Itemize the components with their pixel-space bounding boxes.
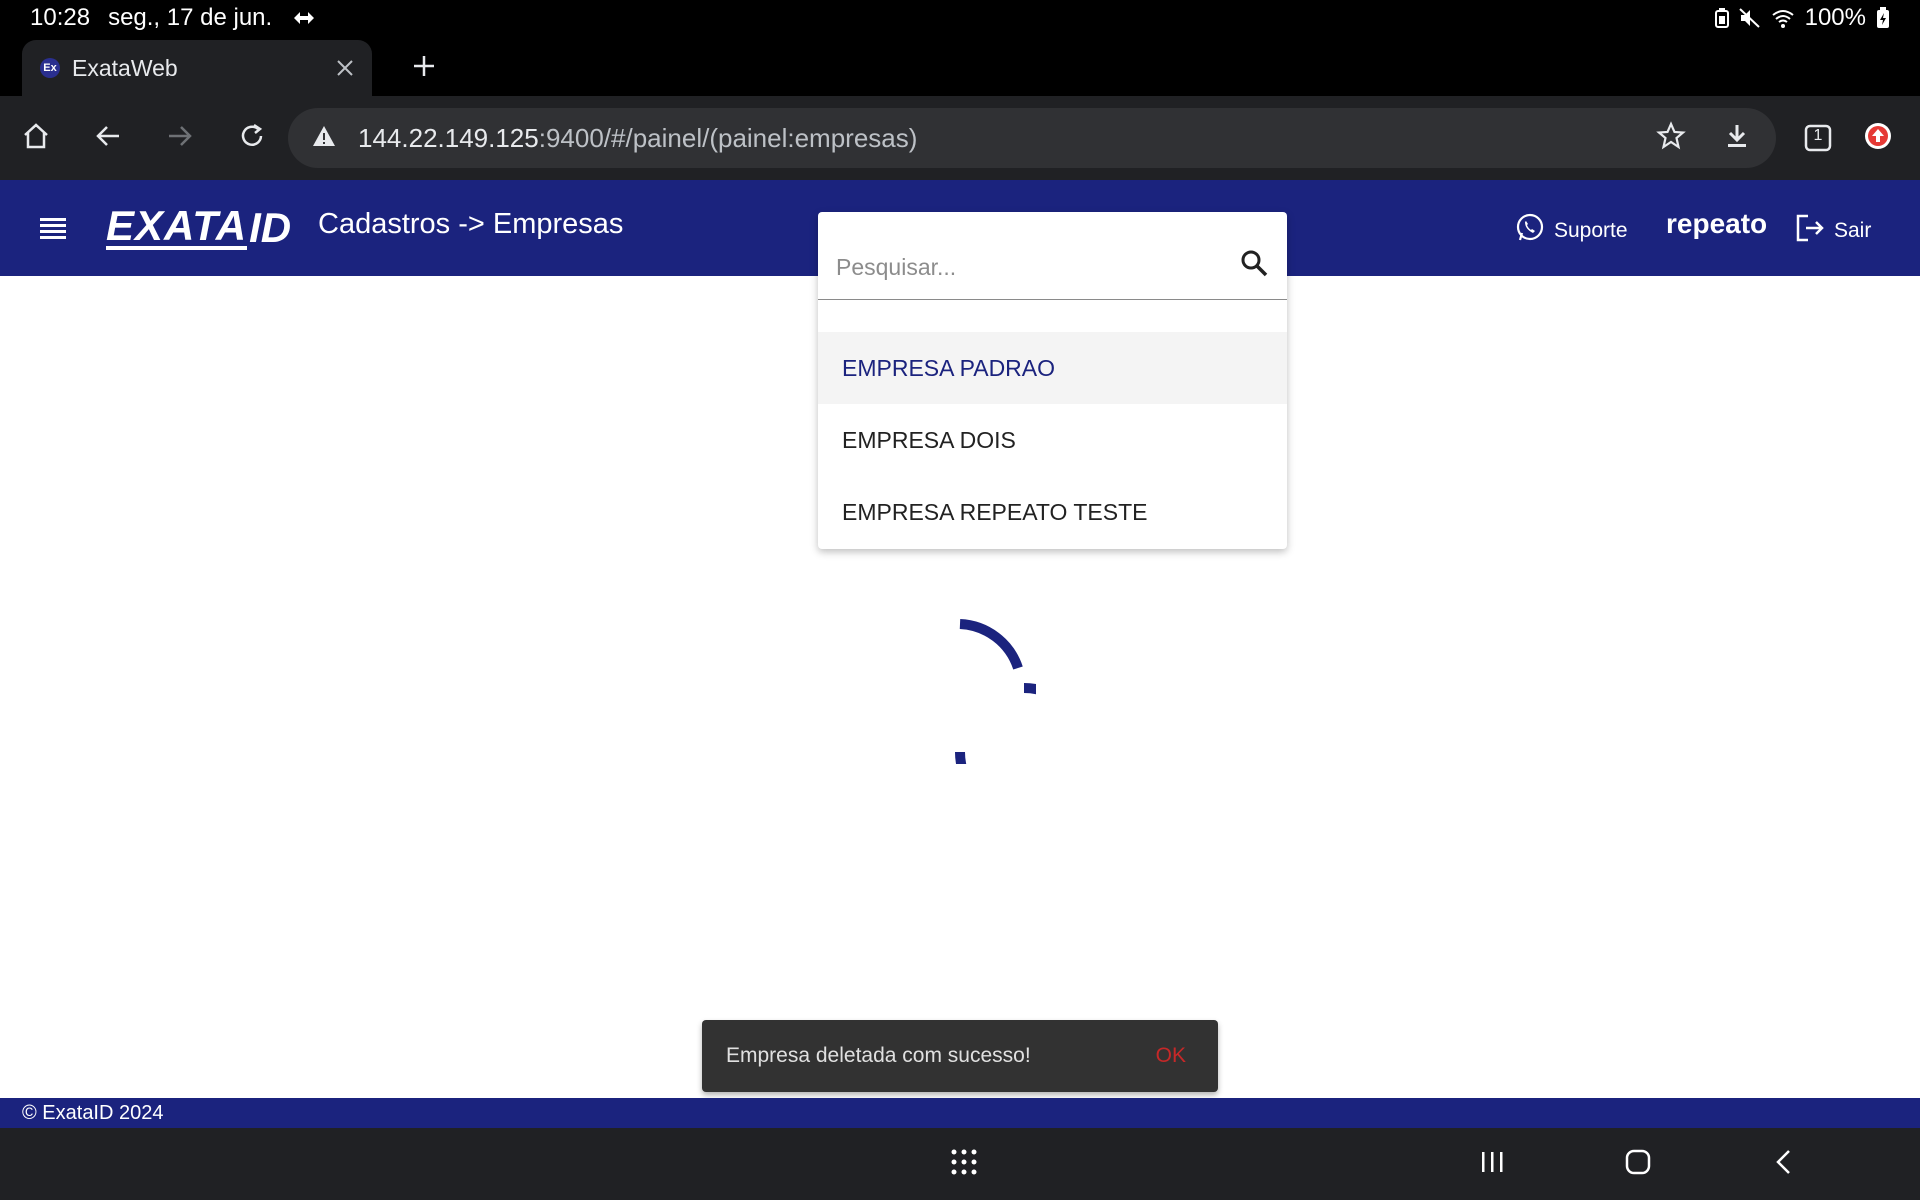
page-footer: © ExataID 2024 — [0, 1098, 1920, 1128]
chevron-left-icon — [1770, 1148, 1798, 1181]
search-option[interactable]: EMPRESA REPEATO TESTE — [818, 476, 1287, 548]
wifi-icon — [1771, 8, 1795, 28]
back-arrow-icon — [93, 121, 123, 156]
url-text[interactable]: 144.22.149.125:9400/#/painel/(painel:emp… — [358, 123, 1656, 154]
forward-button[interactable] — [144, 102, 216, 174]
snackbar: Empresa deletada com sucesso! OK — [702, 1020, 1218, 1092]
tab-switcher-icon: 1 — [1804, 124, 1832, 152]
logout-label: Sair — [1834, 219, 1872, 242]
back-button[interactable] — [72, 102, 144, 174]
profile-update-button[interactable] — [1842, 102, 1914, 174]
favicon-icon: Ex — [40, 58, 60, 78]
tab-title: ExataWeb — [72, 54, 178, 81]
copyright-text: © ExataID 2024 — [22, 1101, 164, 1124]
recent-apps-button[interactable] — [1470, 1142, 1514, 1186]
search-results-list: EMPRESA PADRAO EMPRESA DOIS EMPRESA REPE… — [818, 332, 1287, 548]
update-arrow-icon — [1863, 121, 1893, 156]
search-field — [818, 212, 1287, 300]
browser-tab[interactable]: Ex ExataWeb — [22, 40, 372, 96]
whatsapp-icon — [1514, 212, 1546, 250]
home-button[interactable] — [0, 102, 72, 174]
home-nav-button[interactable] — [1616, 1142, 1660, 1186]
url-path: :9400/#/painel/(painel:empresas) — [538, 122, 918, 153]
logout-icon — [1794, 212, 1826, 250]
logo-main-text: EXATA — [106, 202, 248, 250]
status-time: 10:28 — [30, 4, 91, 31]
battery-saver-icon — [1714, 8, 1729, 28]
search-autocomplete-panel: EMPRESA PADRAO EMPRESA DOIS EMPRESA REPE… — [818, 212, 1287, 549]
home-square-icon — [1624, 1148, 1652, 1181]
diamond-nav-icon — [288, 9, 315, 27]
search-icon[interactable] — [1239, 248, 1269, 283]
page-title: Cadastros -> Empresas — [318, 208, 624, 240]
exataid-logo: EXATA ID — [106, 204, 291, 252]
battery-icon — [1876, 7, 1890, 29]
android-status-bar: 10:28 seg., 17 de jun. 100% — [0, 0, 1920, 36]
forward-arrow-icon — [165, 121, 195, 156]
reload-icon — [237, 121, 267, 156]
url-host: 144.22.149.125 — [358, 122, 539, 153]
search-input[interactable] — [836, 254, 1269, 281]
address-bar[interactable]: 144.22.149.125:9400/#/painel/(painel:emp… — [288, 108, 1776, 168]
back-nav-button[interactable] — [1762, 1142, 1806, 1186]
download-icon[interactable] — [1722, 121, 1752, 156]
grid-dots-icon — [950, 1148, 978, 1181]
status-icons: 100% — [1714, 4, 1890, 32]
android-nav-bar — [0, 1128, 1920, 1200]
reload-button[interactable] — [216, 102, 288, 174]
close-tab-icon[interactable] — [336, 53, 354, 84]
logo-suffix-text: ID — [249, 204, 292, 251]
snackbar-ok-button[interactable]: OK — [1148, 1036, 1194, 1076]
home-icon — [21, 121, 51, 156]
logout-button[interactable]: Sair — [1794, 212, 1871, 250]
search-option[interactable]: EMPRESA DOIS — [818, 404, 1287, 476]
tab-count: 1 — [1813, 127, 1823, 144]
loading-spinner — [884, 612, 1093, 821]
new-tab-button[interactable] — [404, 46, 444, 86]
snackbar-message: Empresa deletada com sucesso! — [726, 1044, 1031, 1067]
bookmark-star-icon[interactable] — [1656, 120, 1686, 156]
status-date: seg., 17 de jun. — [108, 4, 273, 31]
browser-toolbar: 144.22.149.125:9400/#/painel/(painel:emp… — [0, 96, 1920, 180]
app-drawer-button[interactable] — [942, 1142, 986, 1186]
user-name: repeato — [1666, 208, 1768, 239]
mute-icon — [1738, 8, 1761, 28]
search-option[interactable]: EMPRESA PADRAO — [818, 332, 1287, 404]
hamburger-menu-icon — [36, 218, 70, 248]
support-label: Suporte — [1554, 219, 1628, 242]
menu-button[interactable] — [36, 210, 72, 246]
recent-apps-icon — [1478, 1148, 1506, 1181]
not-secure-warning-icon[interactable] — [312, 125, 336, 152]
support-button[interactable]: Suporte — [1514, 212, 1628, 250]
battery-percent: 100% — [1804, 4, 1866, 31]
browser-tab-strip: Ex ExataWeb — [0, 36, 1920, 96]
